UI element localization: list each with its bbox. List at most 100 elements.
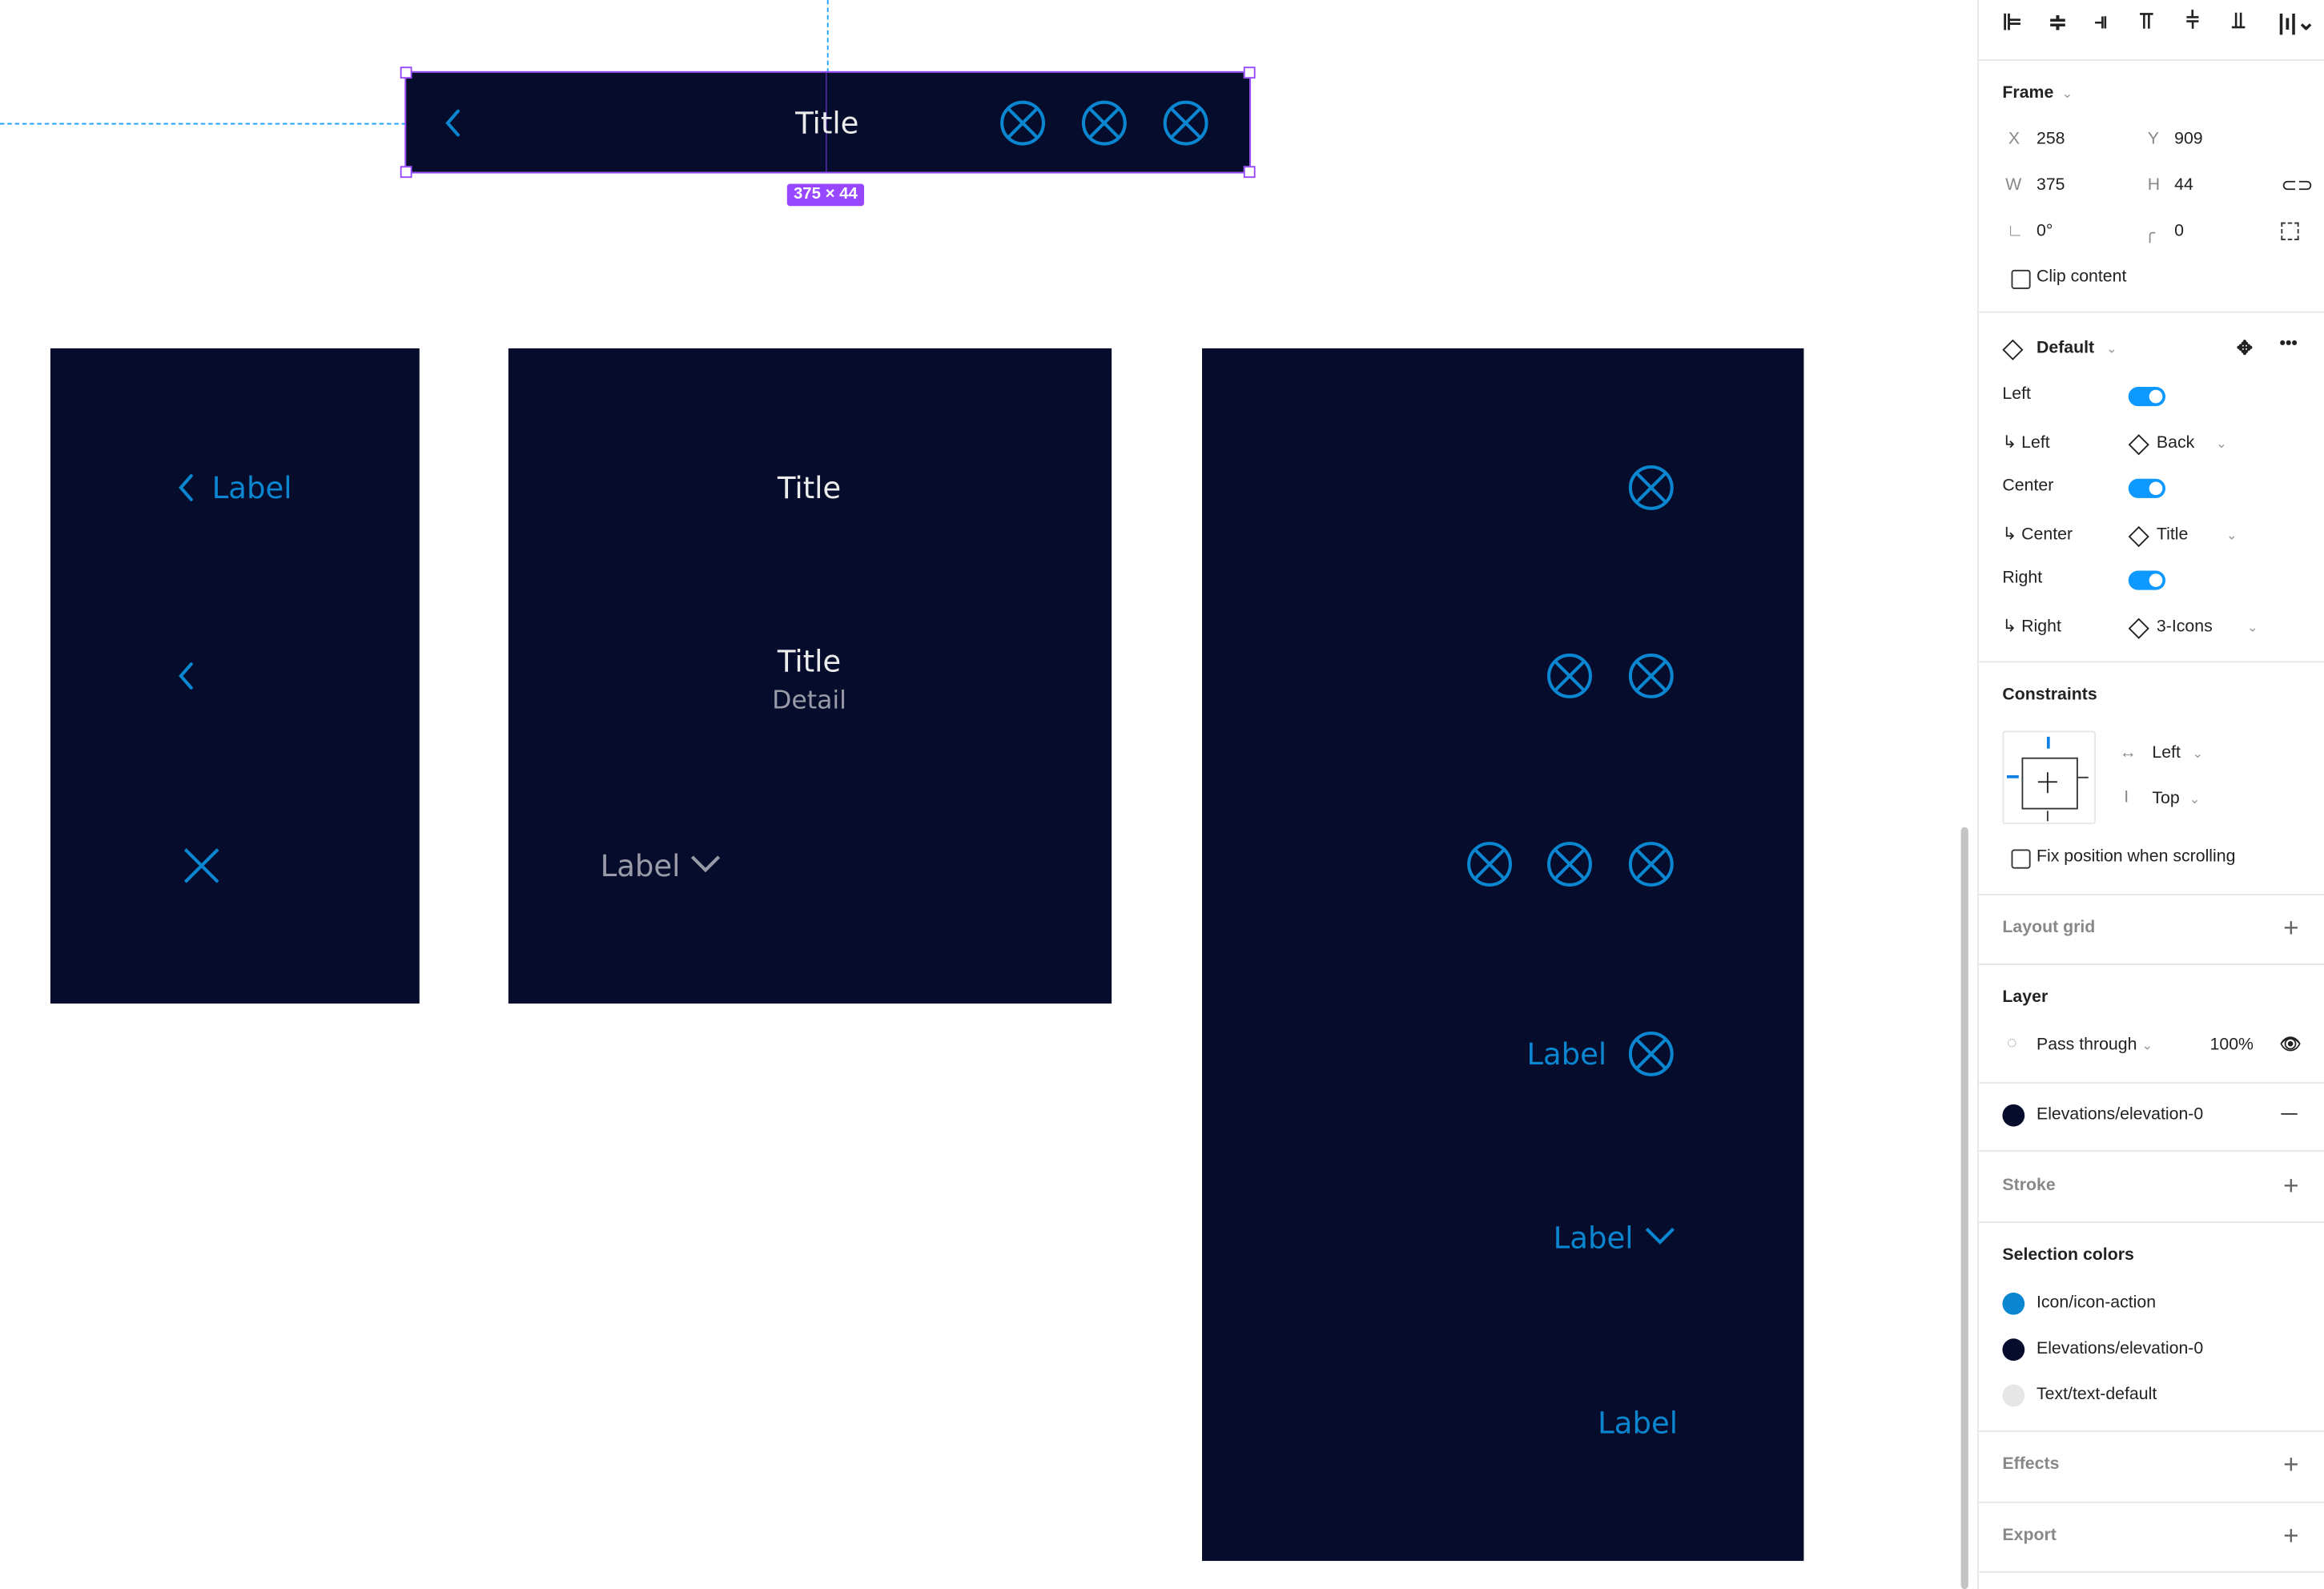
circle-x-icon	[999, 99, 1046, 147]
frame-title[interactable]: Frame	[2002, 84, 2053, 102]
h-field[interactable]: 44	[2174, 176, 2193, 194]
distribute-icon[interactable]: |ı|⌄	[2278, 9, 2316, 35]
property-label: ↳ Right	[2002, 617, 2061, 636]
x-field[interactable]: 258	[2037, 131, 2065, 148]
chevron-down-icon[interactable]: ⌄	[2247, 620, 2258, 636]
back-chevron-icon	[445, 109, 460, 137]
property-label: ↳ Center	[2002, 526, 2073, 545]
align-right-icon[interactable]: ⫣	[2094, 9, 2108, 34]
horizontal-constraint-select[interactable]: Left	[2152, 744, 2181, 762]
eye-icon[interactable]: 👁	[2280, 1033, 2302, 1054]
property-toggle[interactable]	[2128, 570, 2166, 590]
variant-name[interactable]: Default	[2037, 340, 2094, 357]
center-variants-frame[interactable]: Title Title Detail Label	[508, 348, 1112, 1004]
circle-x-icon	[1162, 99, 1209, 147]
align-horizontal-center-icon[interactable]: ≑	[2049, 9, 2067, 35]
chevron-down-icon[interactable]: ⌄	[2226, 528, 2238, 544]
selection-colors-title: Selection colors	[2002, 1246, 2134, 1265]
fill-style-name[interactable]: Elevations/elevation-0	[2037, 1106, 2203, 1124]
add-export-icon[interactable]: +	[2283, 1523, 2298, 1549]
guide-vertical	[826, 0, 829, 73]
color-style-name[interactable]: Icon/icon-action	[2037, 1294, 2156, 1312]
component-icon	[2002, 339, 2024, 360]
x-label: X	[2008, 130, 2020, 149]
constraints-widget[interactable]	[2002, 730, 2097, 825]
constrain-proportions-icon[interactable]: ⊂⊃	[2281, 174, 2313, 198]
inspector-panel: ⊫ ≑ ⫣ ⫪ ⫩ ⫫ |ı|⌄ Frame ⌄ X 258 Y 909 W 375 H 44…	[1976, 0, 2324, 1589]
h-label: H	[2147, 176, 2161, 195]
chevron-down-icon[interactable]: ⌄	[2189, 791, 2201, 807]
vertical-constraint-icon: I	[2124, 788, 2129, 807]
property-label: Left	[2002, 385, 2031, 404]
align-vertical-center-icon[interactable]: ⫩	[2186, 9, 2199, 34]
resize-handle[interactable]	[1243, 66, 1256, 79]
opacity-field[interactable]: 100%	[2210, 1036, 2254, 1054]
effects-title: Effects	[2002, 1455, 2060, 1474]
blend-mode-icon: ◌	[2006, 1034, 2017, 1053]
rotation-field[interactable]: 0°	[2037, 223, 2053, 240]
instance-swap-select[interactable]: Back	[2157, 434, 2194, 452]
add-layout-grid-icon[interactable]: +	[2283, 915, 2298, 941]
left-variants-frame[interactable]: Label	[50, 348, 420, 1004]
layout-grid-title: Layout grid	[2002, 919, 2096, 937]
property-label: Right	[2002, 569, 2043, 587]
align-left-icon[interactable]: ⊫	[2002, 9, 2021, 35]
color-swatch[interactable]	[2002, 1292, 2025, 1315]
back-label: Label	[211, 469, 292, 506]
fix-position-checkbox[interactable]	[2011, 849, 2031, 869]
clip-content-checkbox[interactable]	[2011, 269, 2031, 289]
chevron-down-icon[interactable]: ⌄	[2061, 86, 2073, 102]
w-field[interactable]: 375	[2037, 176, 2065, 194]
chevron-down-icon[interactable]: ⌄	[2216, 436, 2227, 452]
circle-x-icon	[1466, 840, 1513, 887]
color-style-name[interactable]: Elevations/elevation-0	[2037, 1340, 2203, 1358]
blend-mode-select[interactable]: Pass through	[2037, 1036, 2137, 1054]
color-swatch[interactable]	[2002, 1384, 2025, 1407]
property-toggle[interactable]	[2128, 478, 2166, 498]
circle-x-icon	[1627, 652, 1675, 699]
bar-title: Title	[795, 105, 859, 141]
rotation-icon: ∟	[2006, 222, 2024, 240]
chevron-down-icon[interactable]: ⌄	[2106, 341, 2117, 357]
export-title: Export	[2002, 1527, 2057, 1545]
w-label: W	[2005, 176, 2022, 195]
resize-handle[interactable]	[400, 66, 412, 79]
align-bottom-icon[interactable]: ⫫	[2232, 9, 2245, 34]
independent-corners-icon[interactable]	[2281, 222, 2299, 240]
label-text: Label	[1553, 1220, 1634, 1256]
add-effect-icon[interactable]: +	[2283, 1451, 2298, 1478]
title-text: Title	[777, 643, 842, 679]
fix-position-label: Fix position when scrolling	[2036, 847, 2236, 866]
resize-handle[interactable]	[400, 166, 412, 179]
right-variants-frame[interactable]: Label Label Label	[1201, 348, 1804, 1561]
chevron-down-icon	[1645, 1227, 1675, 1245]
radius-field[interactable]: 0	[2174, 223, 2184, 240]
variants-icon[interactable]: ✥	[2237, 336, 2253, 360]
color-swatch[interactable]	[2002, 1338, 2025, 1362]
chevron-down-icon[interactable]: ⌄	[2192, 746, 2203, 762]
corner-radius-icon: ╭	[2145, 225, 2155, 243]
title-text: Title	[777, 469, 842, 506]
fill-swatch[interactable]	[2002, 1104, 2025, 1127]
circle-x-icon	[1080, 99, 1128, 147]
resize-handle[interactable]	[1243, 166, 1256, 179]
stroke-title: Stroke	[2002, 1177, 2056, 1195]
chevron-down-icon[interactable]: ⌄	[2141, 1038, 2153, 1054]
horizontal-constraint-icon: ↔	[2119, 744, 2137, 762]
color-style-name[interactable]: Text/text-default	[2037, 1386, 2157, 1403]
instance-swap-select[interactable]: Title	[2157, 526, 2188, 544]
remove-fill-icon[interactable]	[2281, 1112, 2298, 1115]
instance-swap-select[interactable]: 3-Icons	[2157, 618, 2213, 636]
vertical-constraint-select[interactable]: Top	[2152, 790, 2179, 807]
circle-x-icon	[1627, 840, 1675, 887]
instance-icon	[2128, 434, 2149, 456]
circle-x-icon	[1546, 652, 1593, 699]
align-top-icon[interactable]: ⫪	[2141, 9, 2153, 34]
add-stroke-icon[interactable]: +	[2283, 1173, 2298, 1199]
property-label: ↳ Left	[2002, 434, 2050, 453]
y-field[interactable]: 909	[2174, 131, 2203, 148]
constraints-title: Constraints	[2002, 686, 2097, 705]
property-toggle[interactable]	[2128, 387, 2166, 407]
scrollbar[interactable]	[1960, 827, 1968, 1589]
more-options-icon[interactable]: •••	[2280, 335, 2298, 352]
